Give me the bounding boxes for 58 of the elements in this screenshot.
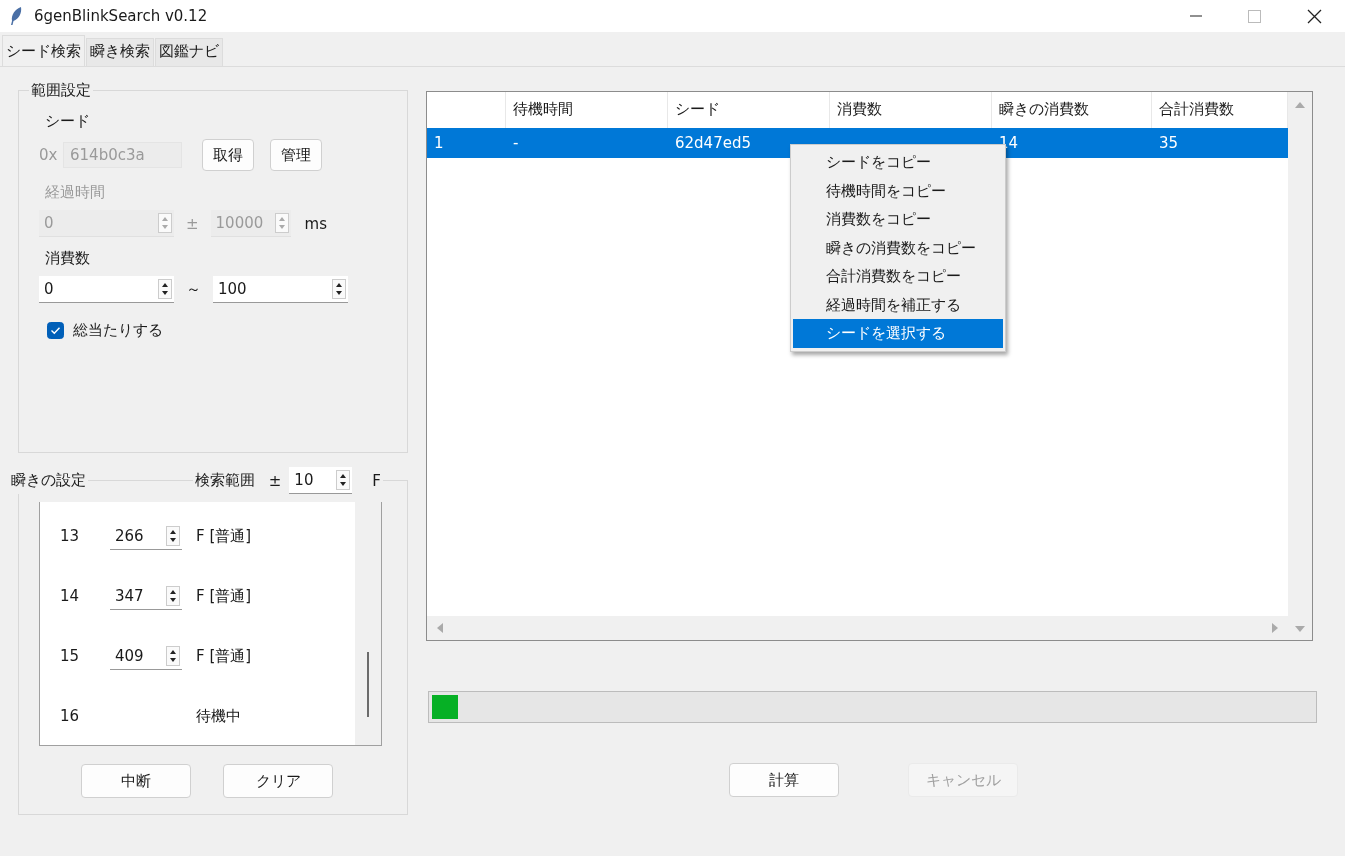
tab[interactable]: 瞬き検索 <box>86 38 154 66</box>
table-cell-text: - <box>512 134 520 152</box>
spin-arrows-icon[interactable] <box>332 279 346 299</box>
row-number: 14 <box>59 587 81 605</box>
spin-arrows-icon[interactable] <box>158 279 172 299</box>
scroll-left-icon[interactable] <box>435 622 445 634</box>
spin-arrows-icon[interactable] <box>166 645 180 666</box>
button[interactable]: 中断 <box>81 764 191 798</box>
unit-label: ms <box>304 214 327 233</box>
table-cell-text: 1 <box>433 134 445 152</box>
table-cell-text: 62d47ed5 <box>674 134 752 152</box>
field-label: シード <box>45 112 91 131</box>
checkbox-label: 総当たりする <box>73 321 163 340</box>
tab[interactable]: 図鑑ナビ <box>155 38 223 66</box>
range-tilde: ～ <box>186 280 201 299</box>
button[interactable]: 管理 <box>270 139 322 171</box>
close-icon[interactable] <box>1307 8 1322 24</box>
spinbox[interactable]: 10 <box>289 467 353 494</box>
spinbox[interactable]: 100 <box>213 276 348 303</box>
maximize-icon[interactable] <box>1248 9 1261 23</box>
field-label: 経過時間 <box>45 183 106 202</box>
group-title: 範囲設定 <box>31 81 91 99</box>
spin-arrows-icon[interactable] <box>166 585 180 606</box>
status-label: 待機中 <box>196 706 241 726</box>
checkbox[interactable] <box>47 322 64 339</box>
row-number: 16 <box>59 707 81 725</box>
menu-item[interactable]: 合計消費数をコピー <box>793 262 1003 291</box>
scroll-up-icon[interactable] <box>1294 100 1306 110</box>
spinbox[interactable]: 0 <box>39 276 174 303</box>
field-label: 検索範囲 <box>194 471 255 490</box>
menu-item[interactable]: 待機時間をコピー <box>793 176 1003 205</box>
status-label: F [普通] <box>196 586 252 606</box>
status-label: F [普通] <box>196 646 252 666</box>
menu-item[interactable]: シードを選択する <box>793 319 1003 348</box>
feather-icon <box>9 6 23 26</box>
tab[interactable]: シード検索 <box>2 35 85 66</box>
menu-item[interactable]: 瞬きの消費数をコピー <box>793 233 1003 262</box>
button[interactable]: 取得 <box>202 139 254 171</box>
plus-minus-sign: ± <box>186 214 199 233</box>
spin-arrows-icon[interactable] <box>336 470 351 490</box>
field-label: 消費数 <box>45 249 91 268</box>
menu-item[interactable]: 経過時間を補正する <box>793 290 1003 319</box>
button[interactable]: クリア <box>223 764 333 798</box>
menu-item[interactable]: 消費数をコピー <box>793 205 1003 234</box>
button[interactable]: 計算 <box>729 763 839 797</box>
table-cell-text: 35 <box>1158 134 1180 152</box>
unit-label: F <box>372 471 381 490</box>
hex-prefix: 0x <box>39 146 57 164</box>
scroll-down-icon[interactable] <box>1294 624 1306 634</box>
status-label: F [普通] <box>196 526 252 546</box>
group-title: 瞬きの設定 <box>11 471 86 490</box>
row-number: 15 <box>59 647 81 665</box>
window-title: 6genBlinkSearch v0.12 <box>34 7 208 25</box>
spin-arrows-icon[interactable] <box>166 525 180 546</box>
plus-minus-sign: ± <box>268 471 282 490</box>
row-number: 13 <box>59 527 81 545</box>
scrollbar-thumb[interactable] <box>367 652 369 717</box>
scroll-right-icon[interactable] <box>1270 622 1280 634</box>
